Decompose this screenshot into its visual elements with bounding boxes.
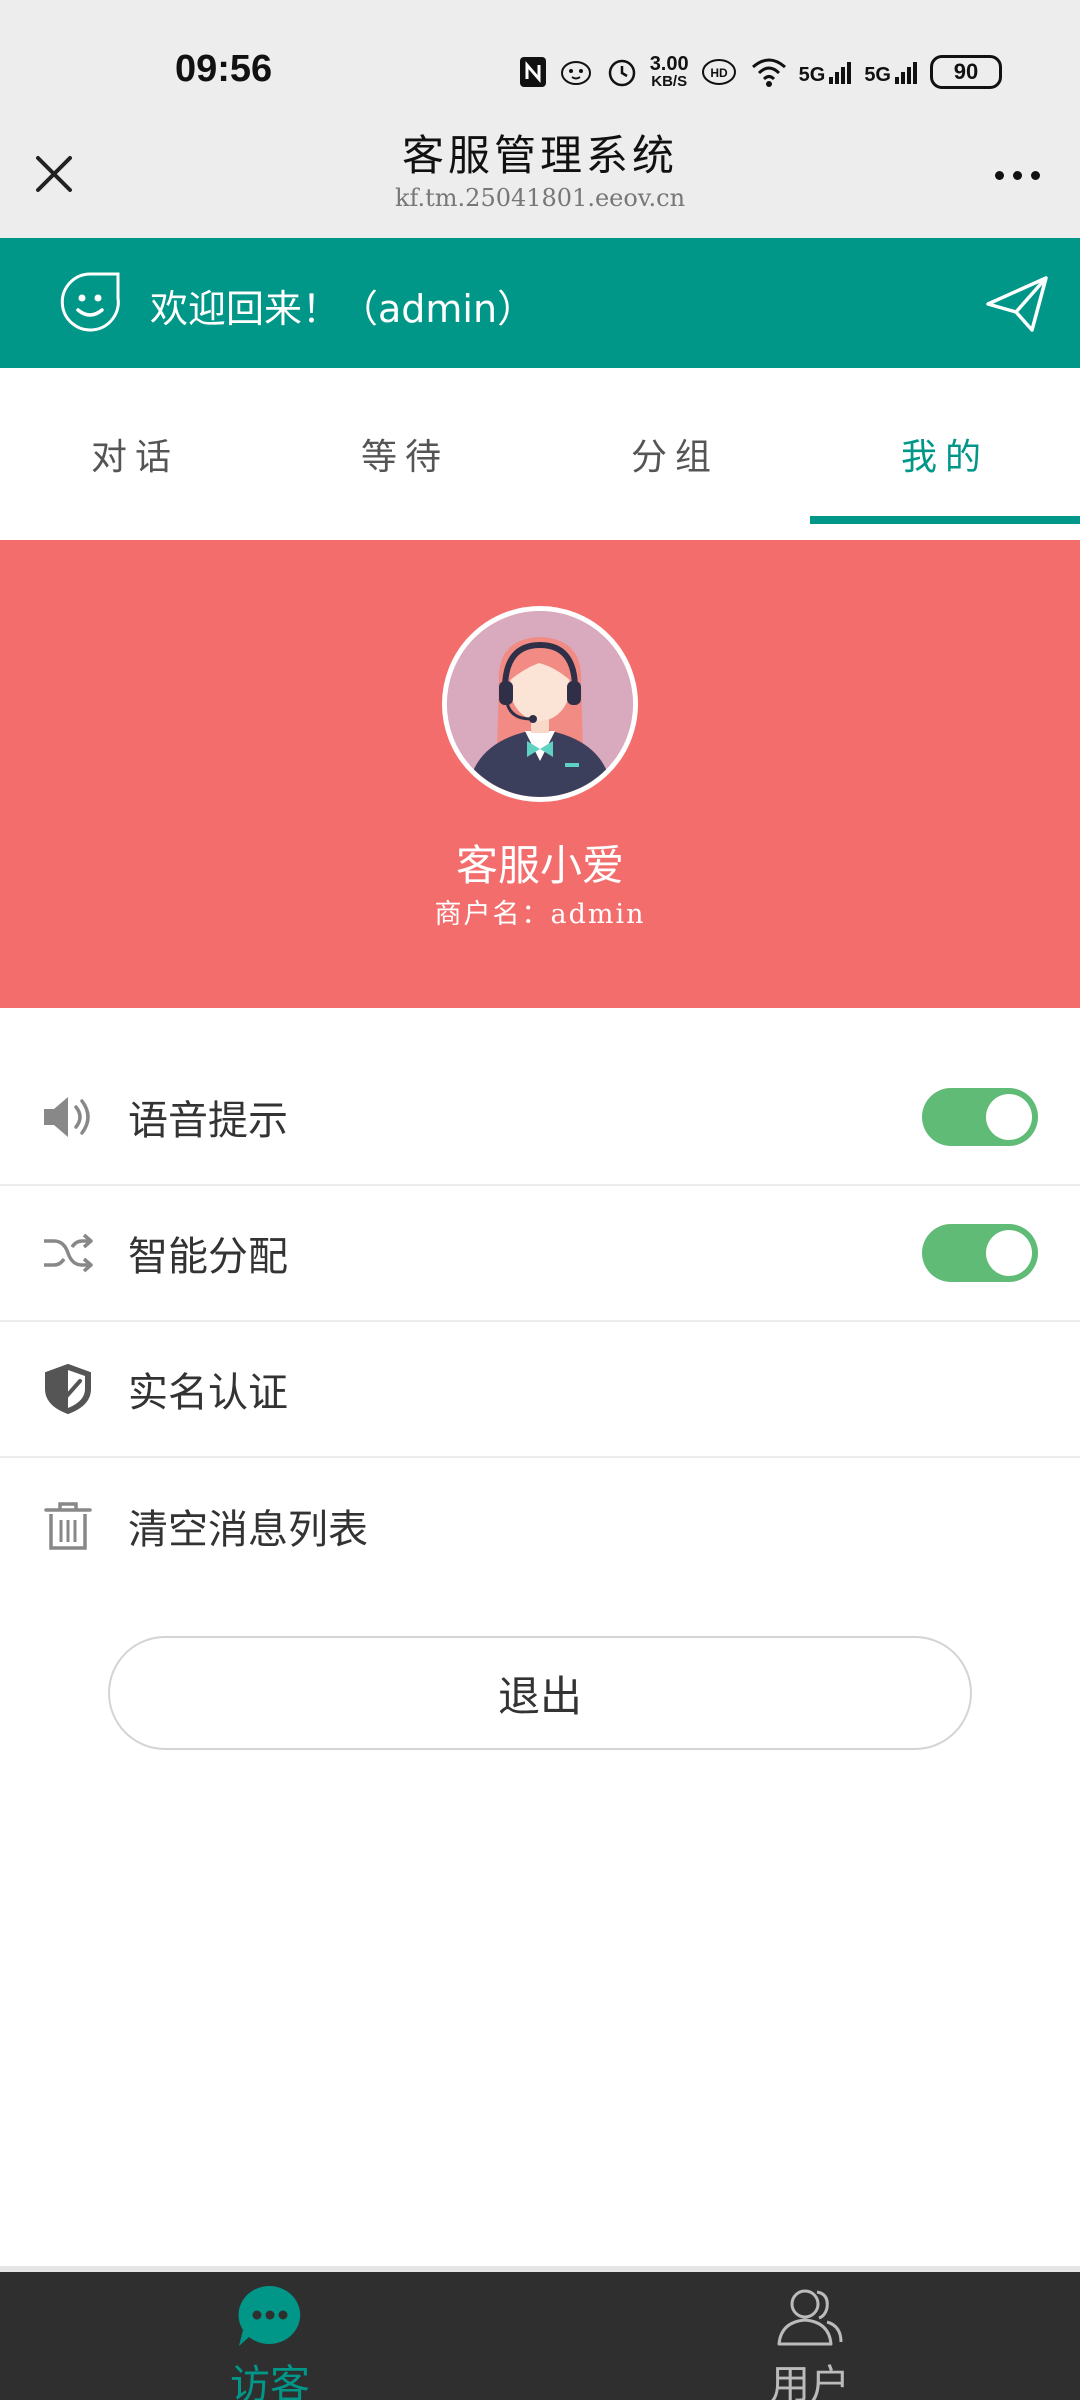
tab-bar: 对话 等待 分组 我的 [0, 368, 1080, 540]
merchant-name: 商户名：admin [434, 899, 646, 930]
toggle-knob [986, 1230, 1032, 1276]
profile-card: 客服小爱 商户名：admin [0, 540, 1080, 1008]
nav-visitors[interactable]: 访客 [0, 2272, 540, 2400]
agent-name: 客服小爱 [455, 841, 624, 890]
tab-label: 对话 [90, 437, 179, 478]
signal-5g-2: 5G [864, 59, 920, 85]
tab-groups[interactable]: 分组 [540, 368, 810, 540]
send-icon[interactable] [984, 274, 1050, 334]
signal-bars-icon [829, 62, 852, 84]
dot-icon [1012, 170, 1022, 180]
alarm-clock-icon [608, 59, 635, 87]
dot-icon [994, 170, 1004, 180]
wifi-icon [751, 58, 786, 87]
clear-messages-label: 清空消息列表 [128, 1507, 368, 1553]
smart-assign-label: 智能分配 [128, 1234, 288, 1280]
signal-bars-icon [895, 62, 917, 84]
nav-label: 访客 [230, 2362, 310, 2400]
welcome-text: 欢迎回来！（admin） [150, 287, 536, 331]
hd-voice-icon: HD [701, 59, 736, 85]
browser-title-bar: 客服管理系统 kf.tm.25041801.eeov.cn [0, 110, 1080, 238]
smart-assign-toggle[interactable] [922, 1224, 1038, 1282]
smiley-icon [60, 272, 120, 332]
battery-indicator: 90 [930, 55, 1002, 89]
voice-prompt-toggle[interactable] [922, 1088, 1038, 1146]
status-time: 09:56 [175, 48, 273, 90]
shuffle-icon [44, 1233, 93, 1273]
toggle-knob [986, 1094, 1032, 1140]
battery-level: 90 [953, 59, 979, 84]
voice-prompt-label: 语音提示 [128, 1098, 288, 1144]
smart-assign-row[interactable]: 智能分配 [0, 1186, 1080, 1322]
tab-chat[interactable]: 对话 [0, 368, 270, 540]
settings-list: 语音提示 智能分配 实名认证 清空消息列表 [0, 1050, 1080, 1594]
voice-prompt-row[interactable]: 语音提示 [0, 1050, 1080, 1186]
shield-check-icon [45, 1363, 91, 1415]
real-name-auth-row[interactable]: 实名认证 [0, 1322, 1080, 1458]
users-icon [777, 2289, 843, 2346]
nav-label: 用户 [770, 2362, 850, 2400]
more-options-button[interactable] [982, 150, 1052, 200]
signal-5g-1: 5G [799, 59, 855, 85]
svg-text:HD: HD [710, 66, 728, 80]
network-speed: 3.00 KB/S [649, 53, 689, 90]
nav-users[interactable]: 用户 [540, 2272, 1080, 2400]
app-screen: 09:56 3.00 KB/S HD 5G 5G 90 客服管理系统 kf.tm… [0, 0, 1080, 2400]
avatar [442, 606, 638, 802]
chat-bubble-icon [238, 2285, 301, 2346]
active-tab-indicator [810, 516, 1080, 524]
page-title: 客服管理系统 [401, 131, 678, 180]
customer-service-agent-icon [447, 611, 633, 797]
tab-label: 等待 [360, 437, 449, 478]
tab-mine[interactable]: 我的 [810, 368, 1080, 540]
tab-label: 分组 [630, 437, 719, 478]
trash-icon [44, 1502, 92, 1550]
bottom-nav: 访客 用户 [0, 2272, 1080, 2400]
clear-messages-row[interactable]: 清空消息列表 [0, 1458, 1080, 1594]
status-icons: 3.00 KB/S HD 5G 5G 90 [518, 50, 1002, 94]
welcome-banner: 欢迎回来！（admin） [0, 238, 1080, 368]
dot-icon [1030, 170, 1040, 180]
real-name-auth-label: 实名认证 [128, 1370, 288, 1416]
tab-label: 我的 [900, 437, 989, 478]
logout-label: 退出 [497, 1671, 582, 1721]
tab-waiting[interactable]: 等待 [270, 368, 540, 540]
logout-button[interactable]: 退出 [108, 1636, 972, 1750]
sticker-face-icon [560, 61, 591, 85]
speaker-icon [44, 1097, 90, 1137]
page-url: kf.tm.25041801.eeov.cn [394, 184, 686, 212]
nfc-icon [519, 57, 546, 87]
